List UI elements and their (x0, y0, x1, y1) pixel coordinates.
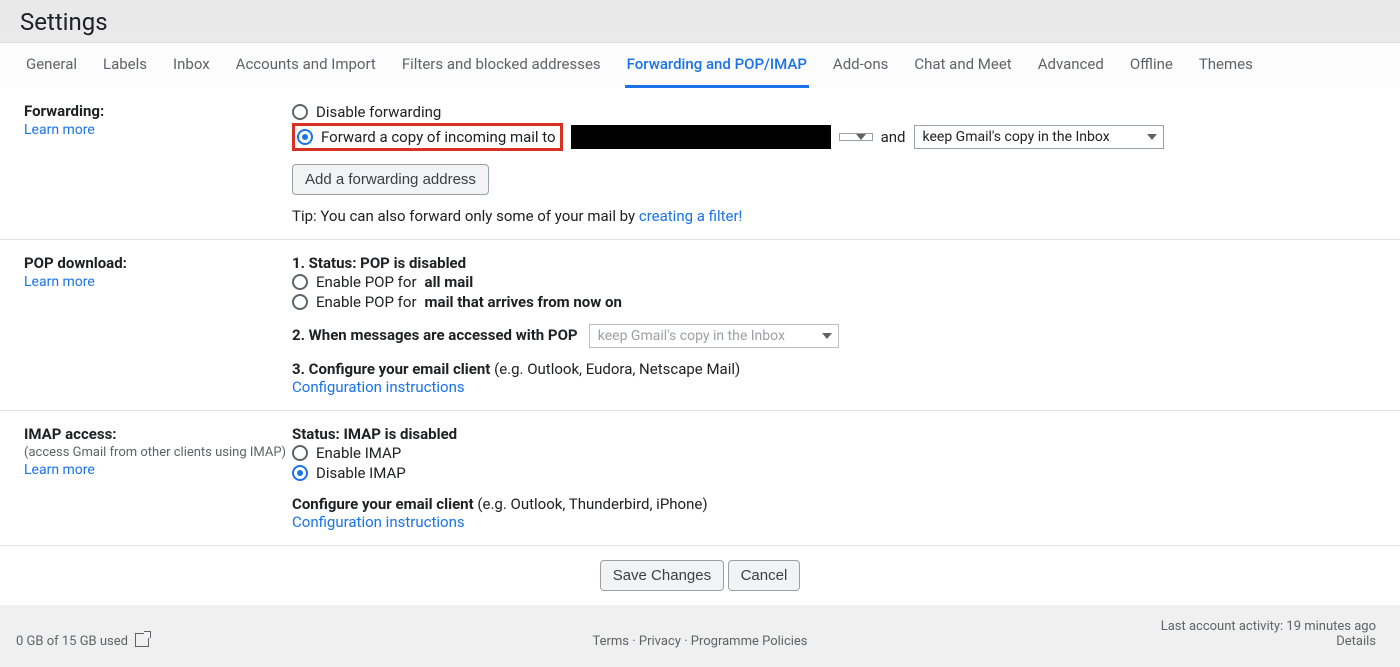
pop-configure-label: 3. Configure your email client (292, 360, 494, 378)
forward-tip-text: Tip: You can also forward only some of y… (292, 207, 639, 225)
highlight-forward-option: Forward a copy of incoming mail to (292, 123, 563, 151)
tab-offline[interactable]: Offline (1128, 43, 1175, 88)
forward-and-word: and (881, 128, 906, 146)
tab-inbox[interactable]: Inbox (171, 43, 212, 88)
forward-address-select[interactable] (839, 133, 873, 141)
forwarding-heading: Forwarding: (24, 102, 292, 120)
label-enable-imap: Enable IMAP (316, 444, 401, 462)
footer-policies-link[interactable]: Programme Policies (691, 634, 808, 649)
chevron-down-icon (856, 134, 866, 140)
imap-status-value: IMAP is disabled (343, 425, 457, 443)
tab-labels[interactable]: Labels (101, 43, 149, 88)
footer-privacy-link[interactable]: Privacy (639, 634, 681, 649)
radio-enable-pop-all[interactable] (292, 274, 308, 290)
label-disable-imap: Disable IMAP (316, 464, 406, 482)
forward-address-redacted (571, 125, 831, 149)
open-in-new-icon (135, 633, 149, 647)
label-enable-pop-all-prefix: Enable POP for (316, 273, 417, 291)
radio-disable-forwarding[interactable] (292, 104, 308, 120)
page-title: Settings (20, 8, 1380, 36)
chevron-down-icon (1147, 134, 1157, 140)
imap-configure-hint: (e.g. Outlook, Thunderbird, iPhone) (477, 495, 707, 513)
footer-links: Terms · Privacy · Programme Policies (592, 634, 807, 649)
footer-details-link[interactable]: Details (1336, 634, 1376, 649)
tab-advanced[interactable]: Advanced (1036, 43, 1106, 88)
imap-learn-more-link[interactable]: Learn more (24, 462, 95, 478)
forward-action-select[interactable]: keep Gmail's copy in the Inbox (914, 125, 1164, 149)
tab-filters[interactable]: Filters and blocked addresses (400, 43, 603, 88)
radio-enable-imap[interactable] (292, 445, 308, 461)
label-enable-pop-new-prefix: Enable POP for (316, 293, 417, 311)
pop-config-instructions-link[interactable]: Configuration instructions (292, 378, 465, 396)
create-filter-link[interactable]: creating a filter! (639, 207, 743, 225)
storage-usage[interactable]: 0 GB of 15 GB used (16, 633, 149, 649)
section-pop: POP download: Learn more 1. Status: POP … (0, 240, 1400, 411)
save-cancel-row: Save Changes Cancel (0, 546, 1400, 605)
pop-heading: POP download: (24, 254, 292, 272)
add-forwarding-address-button[interactable]: Add a forwarding address (292, 164, 489, 195)
footer: 0 GB of 15 GB used Terms · Privacy · Pro… (0, 605, 1400, 653)
tab-themes[interactable]: Themes (1197, 43, 1255, 88)
label-forward-copy: Forward a copy of incoming mail to (321, 128, 556, 146)
pop-status-value: POP is disabled (360, 254, 466, 272)
label-disable-forwarding: Disable forwarding (316, 103, 441, 121)
tab-addons[interactable]: Add-ons (831, 43, 890, 88)
section-forwarding: Forwarding: Learn more Disable forwardin… (0, 88, 1400, 240)
chevron-down-icon (822, 333, 832, 339)
imap-configure-label: Configure your email client (292, 495, 477, 513)
forwarding-learn-more-link[interactable]: Learn more (24, 122, 95, 138)
settings-content: Forwarding: Learn more Disable forwardin… (0, 88, 1400, 605)
footer-activity: Last account activity: 19 minutes ago (1161, 619, 1376, 634)
imap-note: (access Gmail from other clients using I… (24, 445, 292, 460)
pop-learn-more-link[interactable]: Learn more (24, 274, 95, 290)
tab-general[interactable]: General (24, 43, 79, 88)
pop-when-label: 2. When messages are accessed with POP (292, 326, 578, 344)
footer-terms-link[interactable]: Terms (592, 634, 629, 649)
cancel-button[interactable]: Cancel (728, 560, 801, 591)
imap-heading: IMAP access: (24, 425, 292, 443)
tab-forwarding-pop-imap[interactable]: Forwarding and POP/IMAP (625, 43, 809, 88)
settings-tabs: General Labels Inbox Accounts and Import… (0, 42, 1400, 88)
tab-chat-meet[interactable]: Chat and Meet (912, 43, 1013, 88)
tab-accounts-import[interactable]: Accounts and Import (234, 43, 378, 88)
pop-configure-hint: (e.g. Outlook, Eudora, Netscape Mail) (494, 360, 740, 378)
label-enable-pop-all-bold: all mail (425, 273, 474, 291)
radio-forward-copy[interactable] (297, 129, 313, 145)
pop-when-select: keep Gmail's copy in the Inbox (589, 324, 839, 348)
section-imap: IMAP access: (access Gmail from other cl… (0, 411, 1400, 546)
imap-status-label: Status: (292, 425, 343, 443)
imap-config-instructions-link[interactable]: Configuration instructions (292, 513, 465, 531)
radio-disable-imap[interactable] (292, 465, 308, 481)
settings-title-bar: Settings (0, 0, 1400, 42)
label-enable-pop-new-bold: mail that arrives from now on (425, 293, 622, 311)
pop-status-label: 1. Status: (292, 254, 360, 272)
radio-enable-pop-new[interactable] (292, 294, 308, 310)
save-changes-button[interactable]: Save Changes (600, 560, 724, 591)
